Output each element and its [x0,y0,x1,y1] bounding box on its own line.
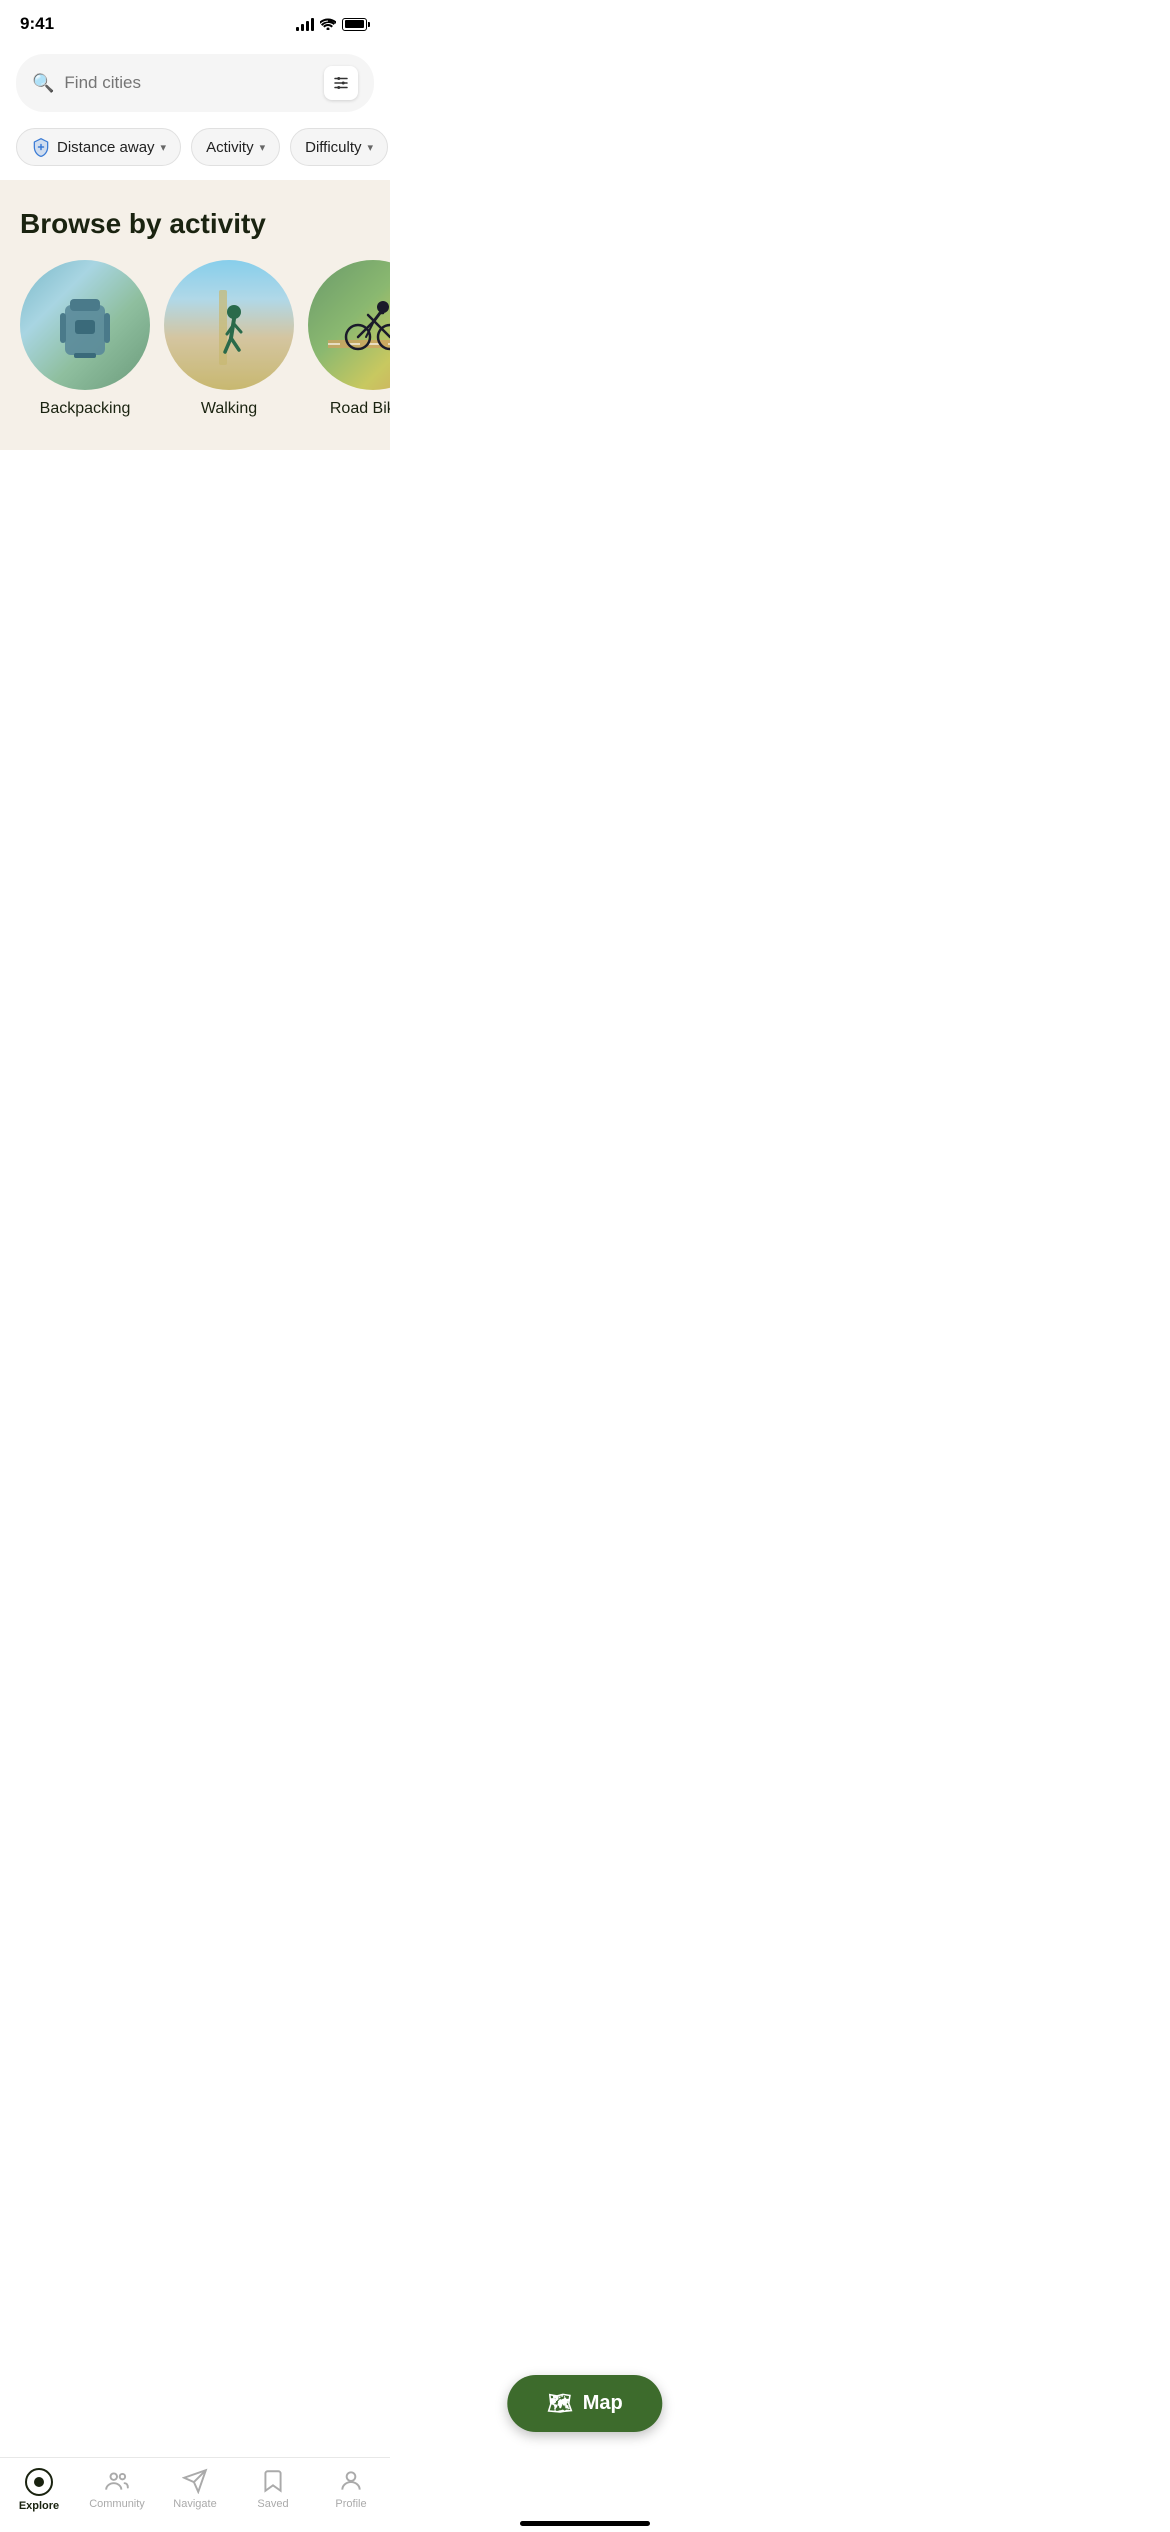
activity-item-road-biking[interactable]: Road Biking [308,260,390,418]
nav-label-community: Community [89,2498,145,2510]
battery-icon [342,18,370,31]
map-button[interactable]: 🗺 Map [507,2375,662,2432]
nav-item-navigate[interactable]: Navigate [156,2468,234,2510]
walking-illustration [189,280,269,370]
content-area [0,450,390,850]
browse-section: Browse by activity Backpacking [0,180,390,450]
nav-label-profile: Profile [335,2498,366,2510]
chip-activity[interactable]: Activity ▾ [191,128,280,166]
nav-item-saved[interactable]: Saved [234,2468,312,2510]
nav-label-saved: Saved [257,2498,288,2510]
saved-icon [260,2468,286,2494]
filter-button[interactable] [324,66,358,100]
navigate-icon [182,2468,208,2494]
activity-label-backpacking: Backpacking [40,400,131,418]
status-icons [296,18,370,31]
activity-item-backpacking[interactable]: Backpacking [20,260,150,418]
search-icon: 🔍 [32,73,54,94]
chip-difficulty-chevron: ▾ [368,141,374,154]
search-bar[interactable]: 🔍 [16,54,374,112]
profile-icon [338,2468,364,2494]
shield-plus-icon [31,137,51,157]
explore-icon [25,2468,53,2496]
activity-label-road-biking: Road Biking [330,400,390,418]
bottom-nav: Explore Community Navigate Saved Profile [0,2457,390,2532]
map-button-container: 🗺 Map [507,2375,662,2432]
wifi-icon [320,18,336,30]
sliders-icon [332,74,350,92]
backpacking-illustration [50,285,120,365]
activity-circle-walking [164,260,294,390]
activity-item-walking[interactable]: Walking [164,260,294,418]
status-time: 9:41 [20,14,54,34]
nav-item-profile[interactable]: Profile [312,2468,390,2510]
nav-label-navigate: Navigate [173,2498,216,2510]
map-button-label: Map [583,2392,623,2415]
search-container: 🔍 [0,42,390,122]
chip-activity-chevron: ▾ [260,141,266,154]
nav-item-community[interactable]: Community [78,2468,156,2510]
map-icon: 🗺 [547,2391,572,2416]
activity-scroll: Backpacking Walking [0,260,390,418]
explore-dot [34,2477,44,2487]
community-icon [104,2468,130,2494]
home-indicator [520,2521,650,2526]
signal-bars-icon [296,18,314,31]
search-input[interactable] [64,73,314,93]
nav-label-explore: Explore [19,2500,59,2512]
chip-distance-label: Distance away [57,139,155,156]
road-biking-illustration [328,285,390,365]
chip-activity-label: Activity [206,139,254,156]
status-bar: 9:41 [0,0,390,42]
browse-title: Browse by activity [0,208,390,260]
chip-difficulty-label: Difficulty [305,139,361,156]
activity-label-walking: Walking [201,400,257,418]
chip-difficulty[interactable]: Difficulty ▾ [290,128,388,166]
chip-distance-away[interactable]: Distance away ▾ [16,128,181,166]
nav-item-explore[interactable]: Explore [0,2468,78,2512]
filter-chips: Distance away ▾ Activity ▾ Difficulty ▾ [0,122,390,180]
activity-circle-road-biking [308,260,390,390]
activity-circle-backpacking [20,260,150,390]
chip-distance-chevron: ▾ [161,141,167,154]
